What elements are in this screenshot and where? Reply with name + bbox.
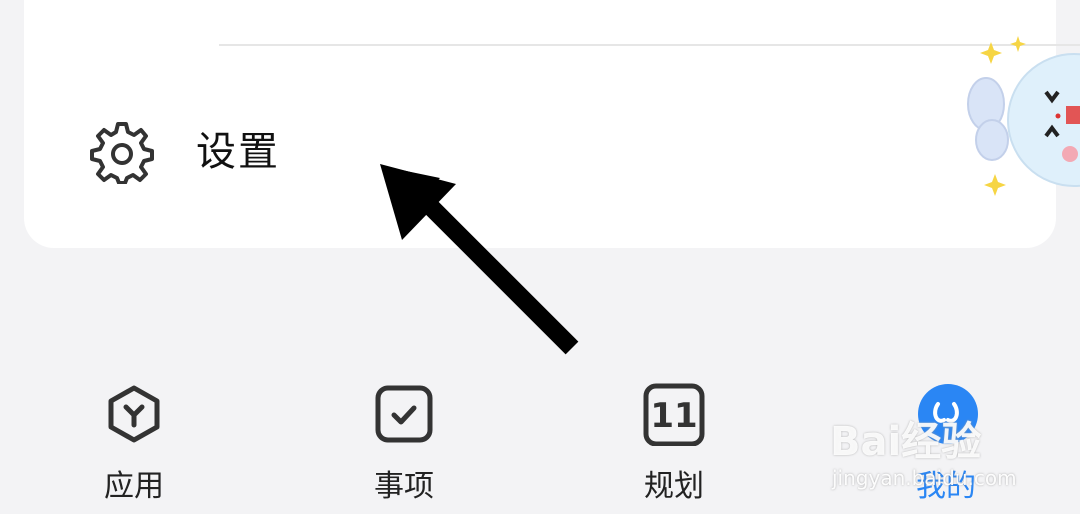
settings-label: 设置 <box>196 129 280 175</box>
nav-item-apps[interactable]: 应用 <box>64 370 204 514</box>
calendar-icon: 11 <box>642 382 706 446</box>
nav-item-planning[interactable]: 11 规划 <box>604 370 744 514</box>
nav-label-mine: 我的 <box>916 469 976 504</box>
nav-label-apps: 应用 <box>104 469 164 504</box>
checkbox-icon <box>375 385 433 443</box>
nav-label-tasks: 事项 <box>374 469 434 504</box>
nav-item-mine[interactable]: 我的 <box>876 370 1016 514</box>
annotation-arrow <box>380 164 579 355</box>
nav-item-tasks[interactable]: 事项 <box>334 370 474 514</box>
calendar-day-number: 11 <box>650 396 698 436</box>
nav-label-planning: 规划 <box>644 469 704 504</box>
profile-icon <box>918 384 978 444</box>
mascot-sticker <box>967 36 1080 196</box>
divider <box>219 44 1080 46</box>
gear-icon <box>90 122 154 184</box>
apps-hexagon-icon <box>108 385 160 443</box>
bottom-nav: 应用 事项 11 规划 我的 <box>0 370 1080 514</box>
